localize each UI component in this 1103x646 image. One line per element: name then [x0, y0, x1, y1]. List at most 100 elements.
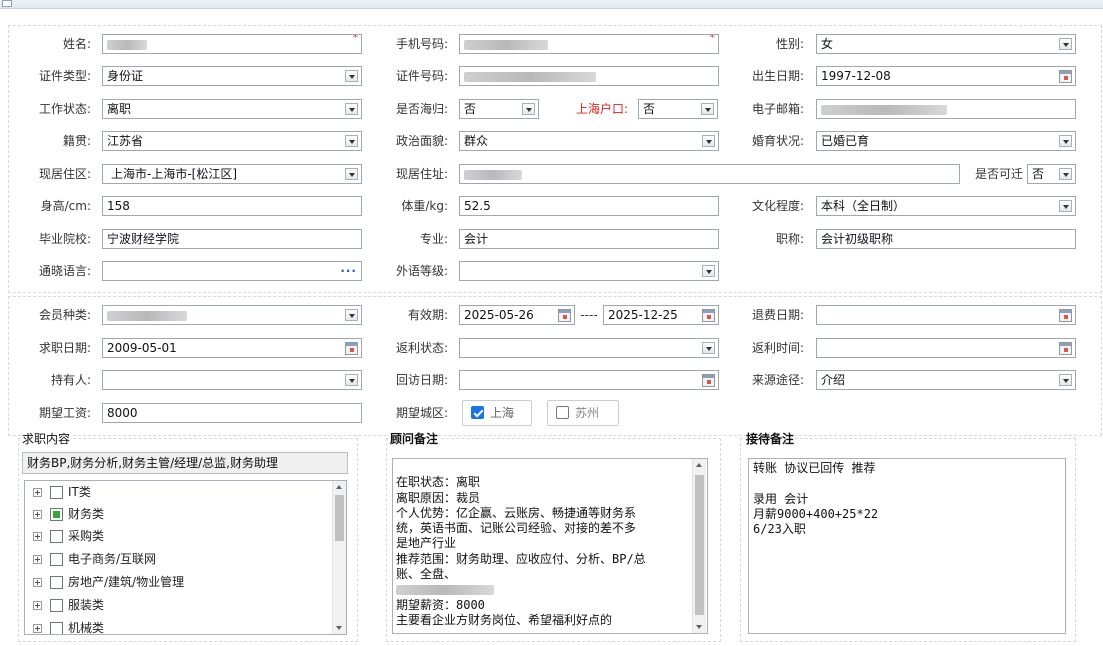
advisor-notes-textarea[interactable]: 在职状态：离职 离职原因：裁员 个人优势：亿企赢、云账房、畅捷通等财务系 统，英…: [392, 458, 708, 634]
chevron-down-icon[interactable]: [345, 135, 358, 147]
rebate-time-input[interactable]: [816, 338, 1076, 358]
tree-item[interactable]: 机械类: [29, 617, 104, 634]
tree-item[interactable]: 采购类: [29, 525, 104, 547]
chevron-down-icon[interactable]: [1059, 168, 1072, 180]
school-input[interactable]: 宁波财经学院: [102, 229, 362, 249]
calendar-icon[interactable]: [558, 309, 571, 322]
tree-item[interactable]: IT类: [29, 481, 91, 503]
chevron-down-icon[interactable]: [701, 103, 714, 115]
rebate-status-select[interactable]: [459, 338, 719, 358]
member-type-label: 会员种类:: [38, 308, 91, 322]
phone-label: 手机号码:: [395, 37, 448, 51]
expand-icon[interactable]: [33, 578, 42, 587]
scroll-thumb[interactable]: [695, 475, 704, 615]
checkbox-checked-icon[interactable]: [471, 406, 484, 419]
tree-item-label: IT类: [68, 485, 91, 499]
revisit-date-input[interactable]: [459, 370, 719, 390]
source-select[interactable]: 介绍: [816, 370, 1076, 390]
chevron-down-icon[interactable]: [345, 309, 358, 321]
languages-input[interactable]: ···: [102, 261, 362, 281]
weight-input[interactable]: 52.5: [459, 196, 719, 216]
political-select[interactable]: 群众: [459, 131, 719, 151]
chevron-down-icon[interactable]: [345, 103, 358, 115]
chevron-down-icon[interactable]: [1059, 200, 1072, 212]
advisor-notes-legend: 顾问备注: [389, 430, 440, 447]
scroll-down-icon[interactable]: [333, 622, 346, 634]
scroll-up-icon[interactable]: [333, 481, 346, 493]
tree-item[interactable]: 财务类: [29, 503, 104, 525]
chevron-down-icon[interactable]: [702, 342, 715, 354]
birth-date-input[interactable]: 1997-12-08: [816, 66, 1076, 86]
validity-end-input[interactable]: 2025-12-25: [603, 305, 719, 325]
tree-item[interactable]: 电子商务/互联网: [29, 548, 156, 570]
chevron-down-icon[interactable]: [1059, 38, 1072, 50]
expand-icon[interactable]: [33, 488, 42, 497]
relocate-select[interactable]: 否: [1027, 164, 1076, 184]
id-number-input[interactable]: [459, 66, 719, 86]
shanghai-hukou-select[interactable]: 否: [638, 99, 718, 119]
expand-icon[interactable]: [33, 624, 42, 633]
title-input[interactable]: 会计初级职称: [816, 229, 1076, 249]
job-category-tree[interactable]: IT类 财务类 采购类 电子商务/互联网 房地产/建筑/物业管理 服装类 机械类: [24, 480, 347, 635]
refund-date-input[interactable]: [816, 305, 1076, 325]
expected-salary-input[interactable]: 8000: [102, 403, 362, 423]
expand-icon[interactable]: [33, 555, 42, 564]
calendar-icon[interactable]: [1059, 309, 1072, 322]
chevron-down-icon[interactable]: [345, 374, 358, 386]
city-option-suzhou[interactable]: 苏州: [547, 400, 619, 426]
chevron-down-icon[interactable]: [1059, 374, 1072, 386]
scroll-up-icon[interactable]: [693, 459, 706, 471]
calendar-icon[interactable]: [1059, 342, 1072, 355]
job-seek-date-input[interactable]: 2009-05-01: [102, 338, 362, 358]
native-place-label: 籍贯:: [62, 134, 91, 148]
name-input[interactable]: *: [102, 34, 362, 54]
tree-checkbox[interactable]: [50, 599, 63, 612]
holder-select[interactable]: [102, 370, 362, 390]
height-input[interactable]: 158: [102, 196, 362, 216]
validity-start-input[interactable]: 2025-05-26: [459, 305, 575, 325]
more-icon[interactable]: ···: [340, 262, 357, 280]
scroll-down-icon[interactable]: [693, 621, 706, 633]
tree-checkbox[interactable]: [50, 622, 63, 634]
major-input[interactable]: 会计: [459, 229, 719, 249]
work-status-select[interactable]: 离职: [102, 99, 362, 119]
address-input[interactable]: [459, 164, 960, 184]
chevron-down-icon[interactable]: [345, 168, 358, 180]
native-place-select[interactable]: 江苏省: [102, 131, 362, 151]
calendar-icon[interactable]: [1059, 70, 1072, 83]
chevron-down-icon[interactable]: [522, 103, 535, 115]
advisor-notes-scrollbar[interactable]: [692, 459, 706, 633]
tree-checkbox-partial[interactable]: [50, 508, 63, 521]
tree-item[interactable]: 房地产/建筑/物业管理: [29, 571, 184, 593]
chevron-down-icon[interactable]: [1059, 135, 1072, 147]
expand-icon[interactable]: [33, 532, 42, 541]
residence-area-select[interactable]: 上海市-上海市-[松江区]: [102, 164, 362, 184]
calendar-icon[interactable]: [702, 309, 715, 322]
member-type-select[interactable]: [102, 305, 362, 325]
tree-checkbox[interactable]: [50, 553, 63, 566]
tree-item[interactable]: 服装类: [29, 594, 104, 616]
marital-select[interactable]: 已婚已育: [816, 131, 1076, 151]
education-select[interactable]: 本科（全日制）: [816, 196, 1076, 216]
id-type-select[interactable]: 身份证: [102, 66, 362, 86]
foreign-level-select[interactable]: [459, 261, 719, 281]
calendar-icon[interactable]: [345, 342, 358, 355]
calendar-icon[interactable]: [702, 374, 715, 387]
returnee-select[interactable]: 否: [459, 99, 539, 119]
email-input[interactable]: [816, 99, 1076, 119]
gender-select[interactable]: 女: [816, 34, 1076, 54]
phone-input[interactable]: *: [459, 34, 719, 54]
tree-checkbox[interactable]: [50, 576, 63, 589]
chevron-down-icon[interactable]: [702, 265, 715, 277]
chevron-down-icon[interactable]: [345, 70, 358, 82]
checkbox-unchecked-icon[interactable]: [556, 406, 569, 419]
tree-checkbox[interactable]: [50, 530, 63, 543]
expand-icon[interactable]: [33, 601, 42, 610]
tree-checkbox[interactable]: [50, 486, 63, 499]
chevron-down-icon[interactable]: [702, 135, 715, 147]
scroll-thumb[interactable]: [335, 495, 344, 541]
city-option-shanghai[interactable]: 上海: [462, 400, 532, 426]
reception-notes-textarea[interactable]: 转账 协议已回传 推荐 录用 会计 月薪9000+400+25*22 6/23入…: [748, 458, 1066, 634]
expand-icon[interactable]: [33, 510, 42, 519]
tree-scrollbar[interactable]: [332, 481, 346, 634]
